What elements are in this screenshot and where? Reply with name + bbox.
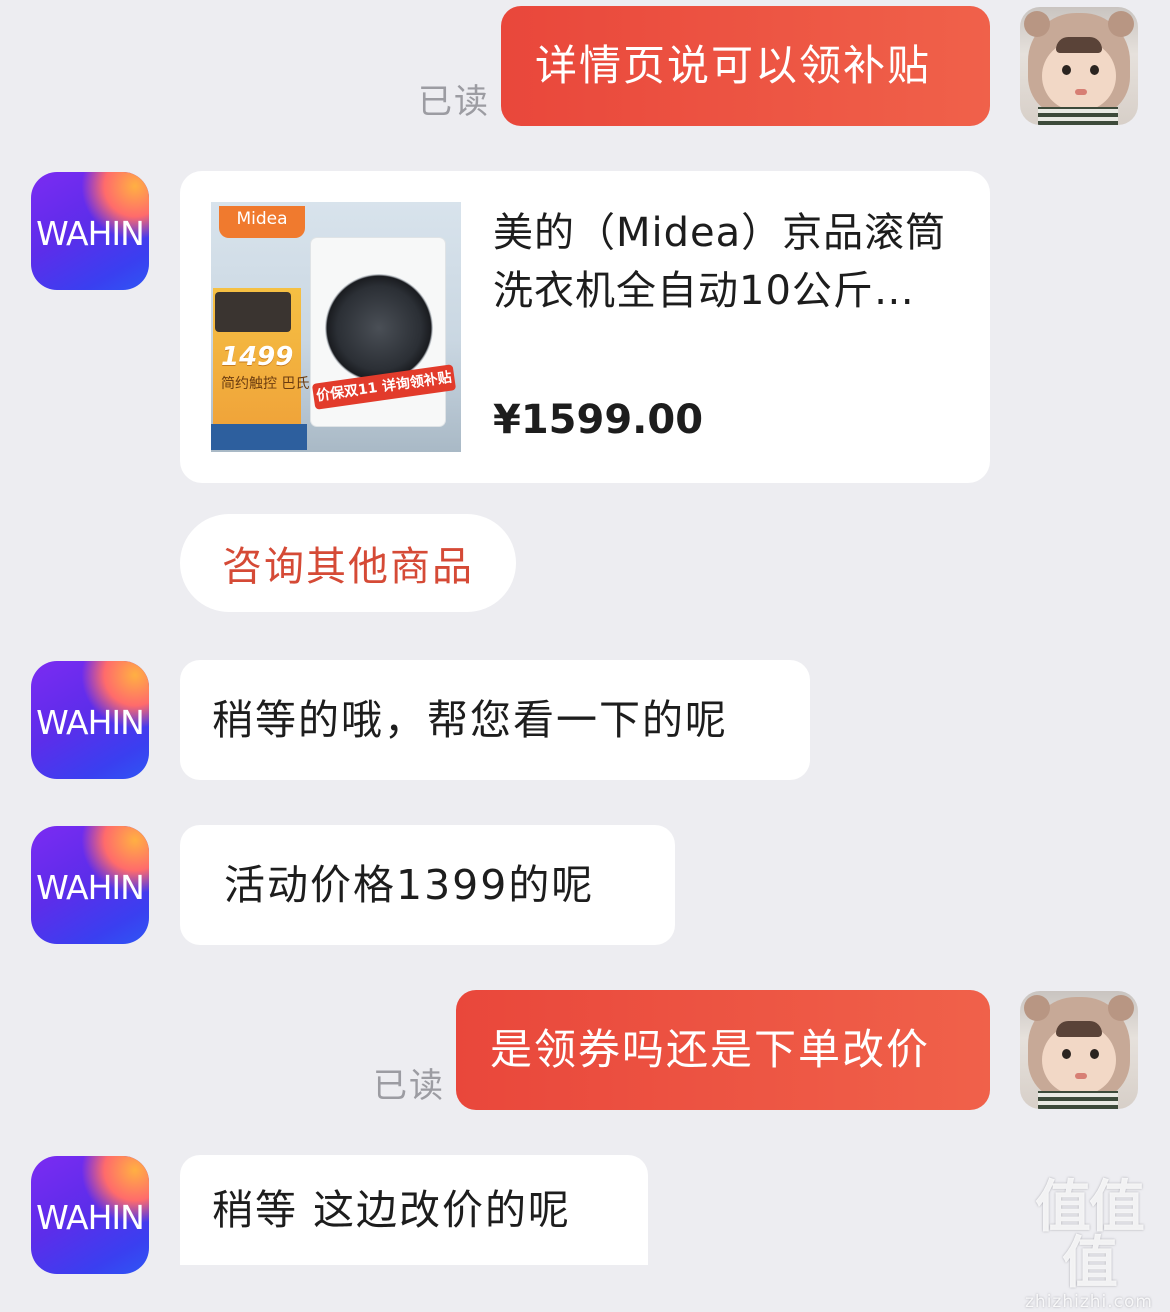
watermark-url: zhizhizhi.com	[1025, 1292, 1153, 1312]
shop-avatar[interactable]: WAHIN	[31, 661, 149, 779]
shop-logo-text: WAHIN	[36, 214, 145, 253]
shop-avatar[interactable]: WAHIN	[31, 826, 149, 944]
washer-door	[325, 274, 433, 382]
shop-logo-text: WAHIN	[36, 868, 145, 907]
read-receipt: 已读	[418, 82, 490, 122]
product-thumbnail[interactable]: Midea 1499 简约触控 巴氏除菌洗 价保双11 详询领补贴	[211, 202, 461, 452]
thumb-price: 1499	[221, 342, 294, 372]
received-message-bubble[interactable]: 活动价格1399的呢	[180, 825, 675, 945]
brand-logo: Midea	[219, 206, 305, 238]
product-title[interactable]: 美的（Midea）京品滚筒洗衣机全自动10公斤…	[493, 204, 963, 320]
read-receipt: 已读	[373, 1066, 445, 1106]
sent-message-bubble[interactable]: 详情页说可以领补贴	[501, 6, 990, 126]
product-card[interactable]: Midea 1499 简约触控 巴氏除菌洗 价保双11 详询领补贴 美的（Mid…	[180, 171, 990, 483]
product-price: ¥1599.00	[493, 397, 704, 443]
received-message-bubble[interactable]: 稍等的哦，帮您看一下的呢	[180, 660, 810, 780]
received-message-bubble[interactable]: 稍等 这边改价的呢	[180, 1155, 648, 1265]
site-watermark: 值值值 zhizhizhi.com	[1014, 1180, 1164, 1312]
consult-other-products-button[interactable]: 咨询其他商品	[180, 514, 516, 612]
user-avatar[interactable]	[1020, 991, 1138, 1109]
shop-logo-text: WAHIN	[36, 703, 145, 742]
watermark-logo: 值值值	[1035, 1175, 1145, 1296]
shop-avatar[interactable]: WAHIN	[31, 172, 149, 290]
user-avatar[interactable]	[1020, 7, 1138, 125]
sent-message-bubble[interactable]: 是领券吗还是下单改价	[456, 990, 990, 1110]
shop-logo-text: WAHIN	[36, 1198, 145, 1237]
shop-avatar[interactable]: WAHIN	[31, 1156, 149, 1274]
